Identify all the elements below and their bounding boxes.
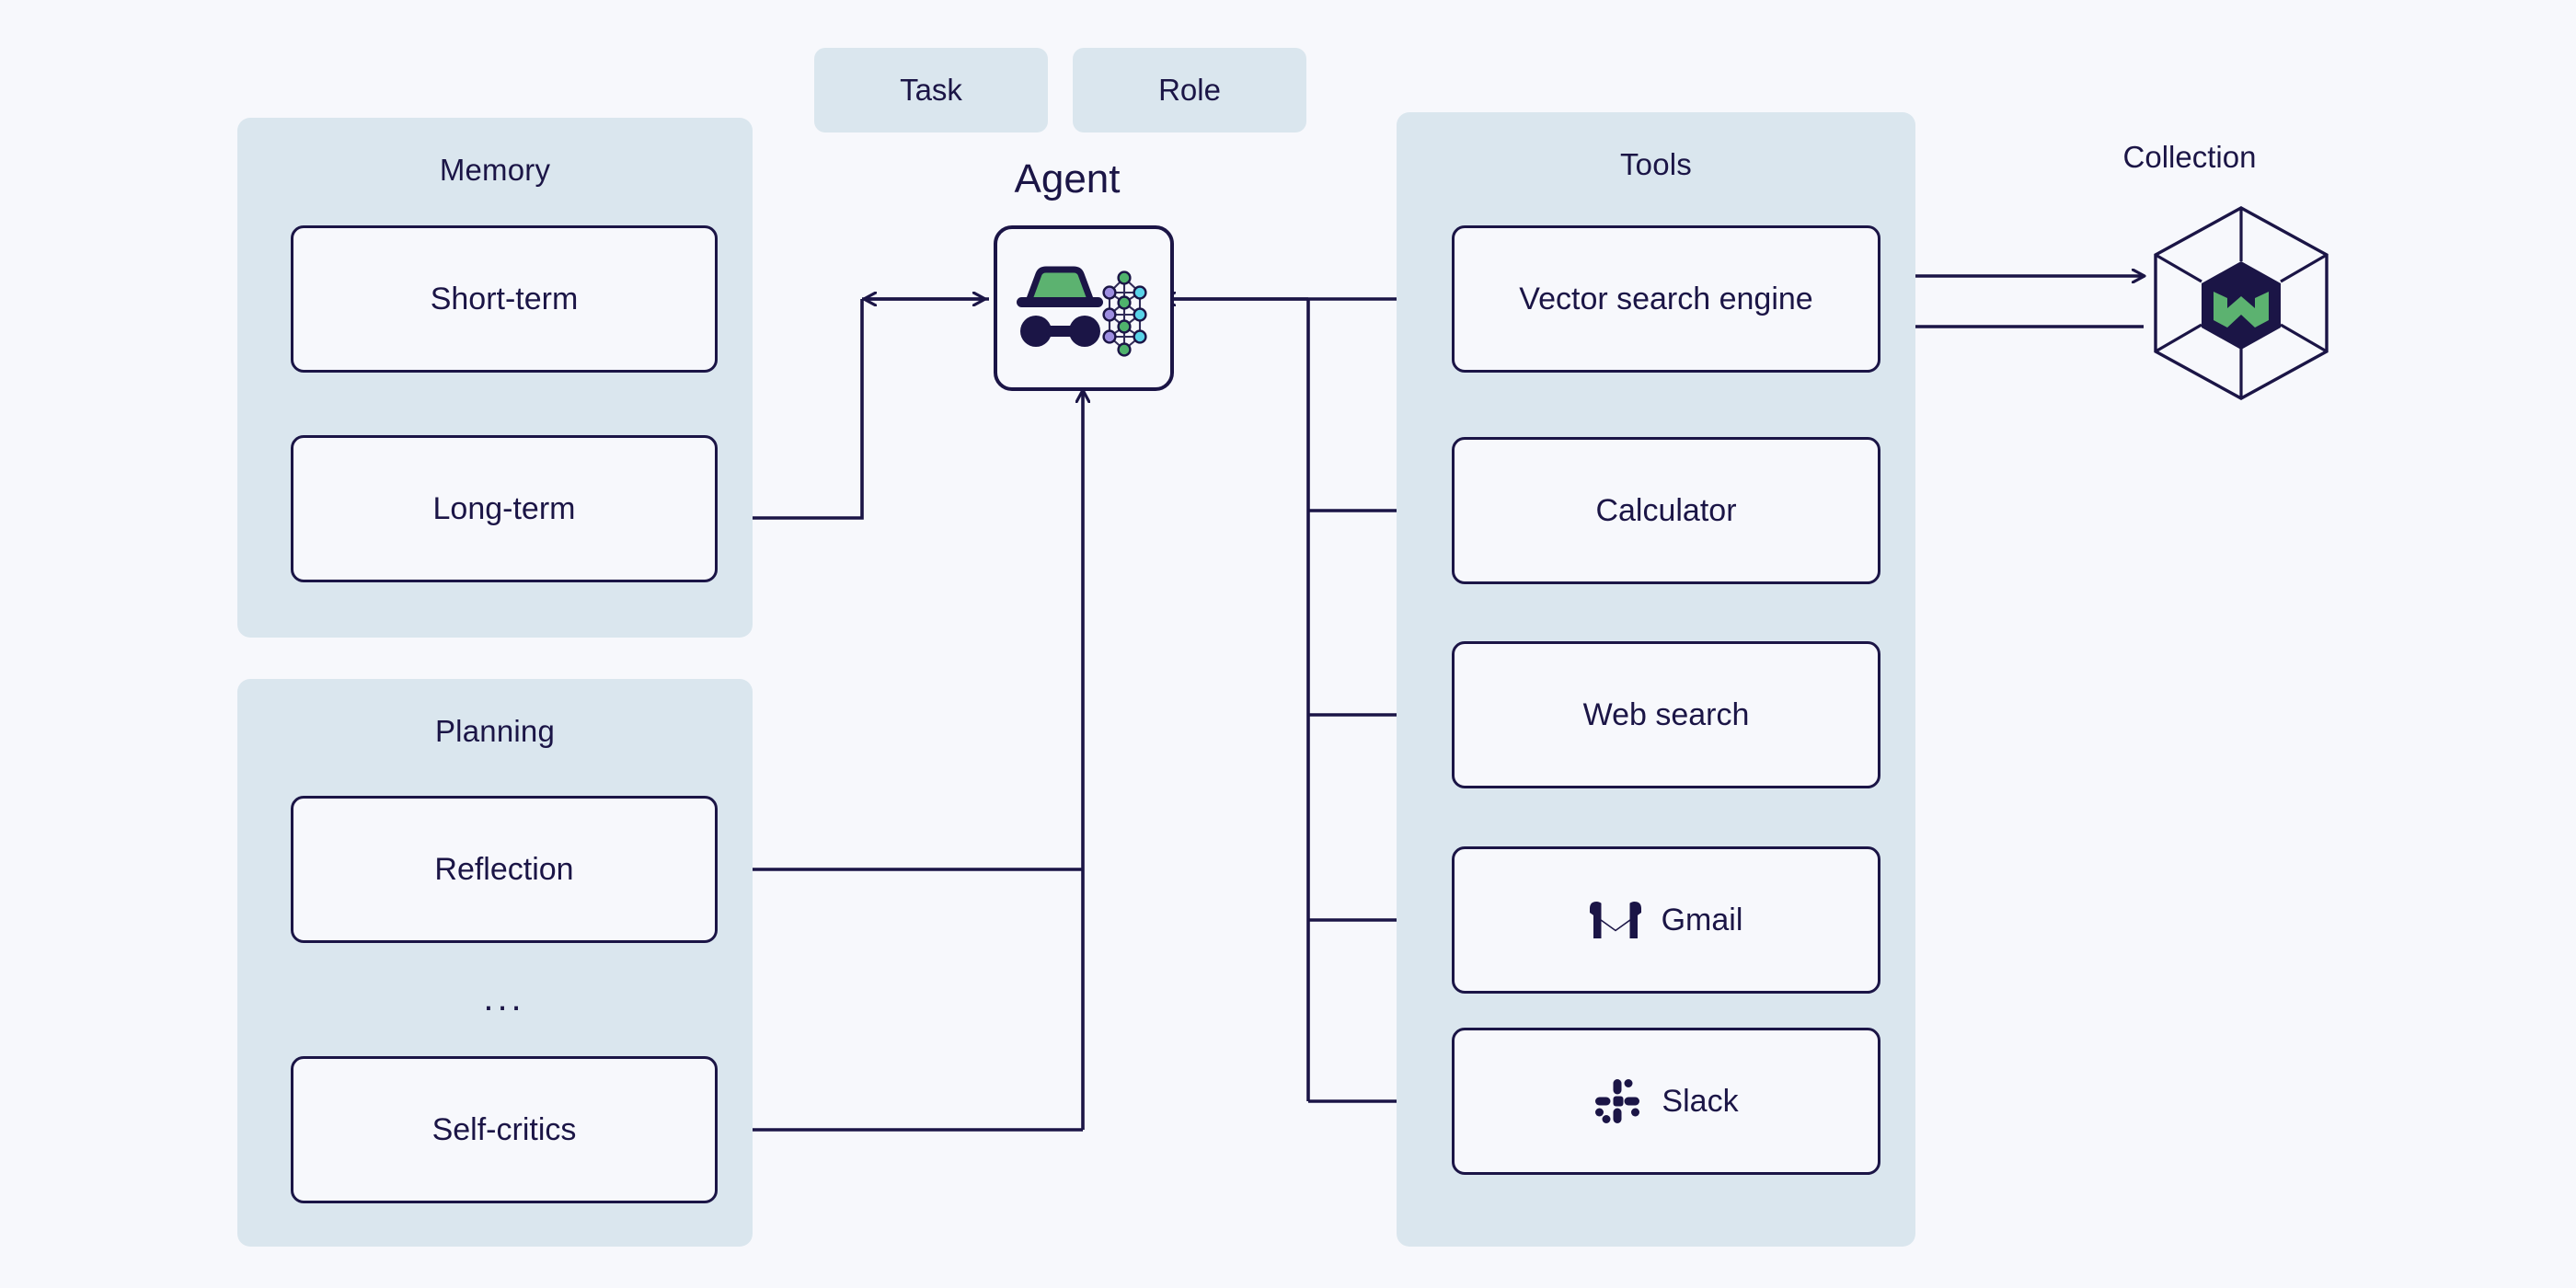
panel-title-planning: Planning — [434, 714, 556, 748]
node-calculator[interactable]: Calculator — [1452, 437, 1880, 584]
gmail-icon — [1589, 902, 1641, 938]
node-web-search[interactable]: Web search — [1452, 641, 1880, 788]
node-label: Calculator — [1595, 493, 1737, 528]
node-vector-search-engine[interactable]: Vector search engine — [1452, 225, 1880, 373]
chip-role[interactable]: Role — [1073, 48, 1306, 132]
node-gmail[interactable]: Gmail — [1452, 846, 1880, 994]
agent-incognito-network-icon — [1017, 266, 1147, 357]
agent-title: Agent — [1014, 156, 1121, 201]
chip-task[interactable]: Task — [814, 48, 1048, 132]
node-label: Web search — [1582, 697, 1750, 732]
node-label: Slack — [1662, 1084, 1739, 1119]
chip-label: Task — [900, 73, 962, 107]
collection-node[interactable] — [2149, 204, 2333, 402]
slack-icon — [1595, 1079, 1640, 1123]
panel-title-tools: Tools — [1619, 147, 1693, 181]
node-short-term[interactable]: Short-term — [291, 225, 718, 373]
node-self-critics[interactable]: Self-critics — [291, 1056, 718, 1203]
node-label: Long-term — [432, 491, 576, 526]
node-slack[interactable]: Slack — [1452, 1028, 1880, 1175]
node-label: Gmail — [1661, 903, 1743, 937]
agent-node[interactable] — [994, 225, 1174, 391]
weaviate-hexagon-icon — [2154, 206, 2329, 400]
node-label: Self-critics — [431, 1112, 577, 1147]
diagram-canvas: Memory Short-term Long-term Planning Ref… — [0, 0, 2576, 1288]
node-label: Short-term — [430, 282, 579, 316]
chip-label: Role — [1158, 73, 1221, 107]
node-label: Reflection — [434, 852, 574, 887]
panel-title-memory: Memory — [439, 153, 551, 187]
node-long-term[interactable]: Long-term — [291, 435, 718, 582]
collection-title: Collection — [2122, 140, 2257, 174]
node-reflection[interactable]: Reflection — [291, 796, 718, 943]
planning-ellipsis: ... — [483, 978, 525, 1018]
node-label: Vector search engine — [1519, 282, 1813, 316]
